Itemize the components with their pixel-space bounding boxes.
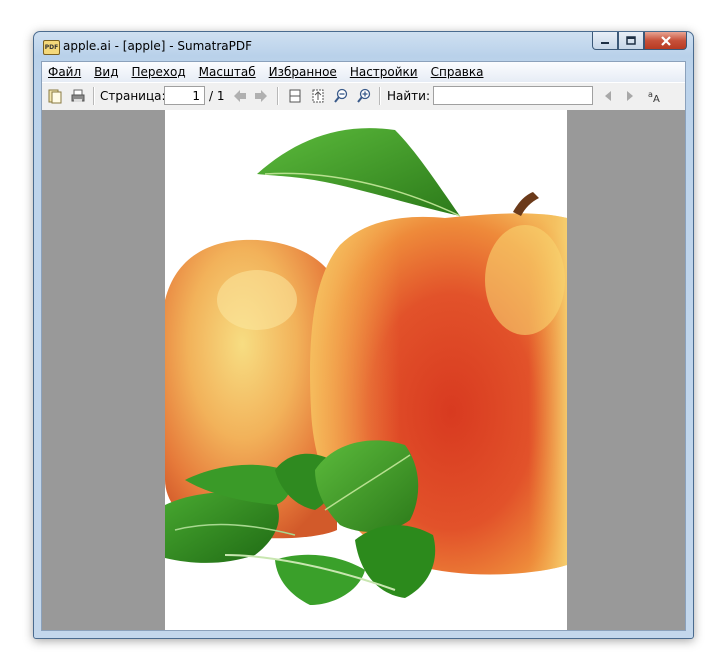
page-number-input[interactable]: 1 [164, 86, 205, 105]
menu-view[interactable]: Вид [94, 65, 118, 79]
printer-icon [71, 89, 85, 102]
pdf-app-icon: PDF [43, 40, 60, 55]
fit-page-button[interactable] [308, 86, 328, 106]
fit-width-icon [289, 89, 301, 103]
toolbar-separator [379, 87, 381, 105]
open-folder-icon [48, 89, 62, 104]
page-label: Страница: [100, 89, 166, 103]
open-button[interactable] [45, 86, 65, 106]
apple-image [165, 110, 567, 630]
close-button[interactable] [644, 32, 687, 50]
arrow-left-icon [234, 90, 246, 102]
toolbar-separator [93, 87, 95, 105]
find-prev-button[interactable] [598, 86, 618, 106]
fit-page-icon [312, 89, 324, 103]
menu-favorites[interactable]: Избранное [269, 65, 337, 79]
fit-width-button[interactable] [285, 86, 305, 106]
minimize-icon [601, 41, 609, 44]
print-button[interactable] [68, 86, 88, 106]
zoom-out-button[interactable] [331, 86, 351, 106]
title-bar[interactable]: PDF apple.ai - [apple] - SumatraPDF [34, 32, 693, 60]
find-next-button[interactable] [620, 86, 640, 106]
menu-zoom[interactable]: Масштаб [199, 65, 256, 79]
caption-buttons [592, 32, 687, 51]
toolbar-separator [277, 87, 279, 105]
next-page-button[interactable] [251, 86, 271, 106]
window-title: apple.ai - [apple] - SumatraPDF [63, 39, 253, 53]
zoom-out-icon [334, 88, 348, 103]
page-total: / 1 [209, 89, 225, 103]
zoom-in-icon [357, 88, 371, 103]
maximize-icon [626, 36, 636, 45]
svg-text:A: A [653, 94, 660, 104]
client-area: Файл Вид Переход Масштаб Избранное Настр… [41, 61, 686, 631]
find-input[interactable] [433, 86, 593, 105]
match-case-icon: a A [648, 90, 660, 104]
menu-help[interactable]: Справка [431, 65, 484, 79]
triangle-right-icon [627, 91, 633, 101]
menu-goto[interactable]: Переход [131, 65, 185, 79]
close-icon [660, 35, 671, 46]
document-page [165, 110, 567, 630]
menu-file[interactable]: Файл [48, 65, 81, 79]
arrow-right-icon [255, 90, 267, 102]
document-viewport[interactable] [42, 110, 685, 630]
menu-settings[interactable]: Настройки [350, 65, 418, 79]
minimize-button[interactable] [592, 32, 618, 50]
prev-page-button[interactable] [230, 86, 250, 106]
match-case-button[interactable]: a A [646, 86, 666, 106]
menu-bar: Файл Вид Переход Масштаб Избранное Настр… [42, 62, 685, 82]
app-window: PDF apple.ai - [apple] - SumatraPDF Файл… [33, 31, 694, 639]
zoom-in-button[interactable] [354, 86, 374, 106]
triangle-left-icon [605, 91, 611, 101]
find-label: Найти: [387, 89, 431, 103]
maximize-button[interactable] [618, 32, 644, 50]
toolbar: Страница: 1 / 1 Найти: a A [42, 82, 685, 111]
